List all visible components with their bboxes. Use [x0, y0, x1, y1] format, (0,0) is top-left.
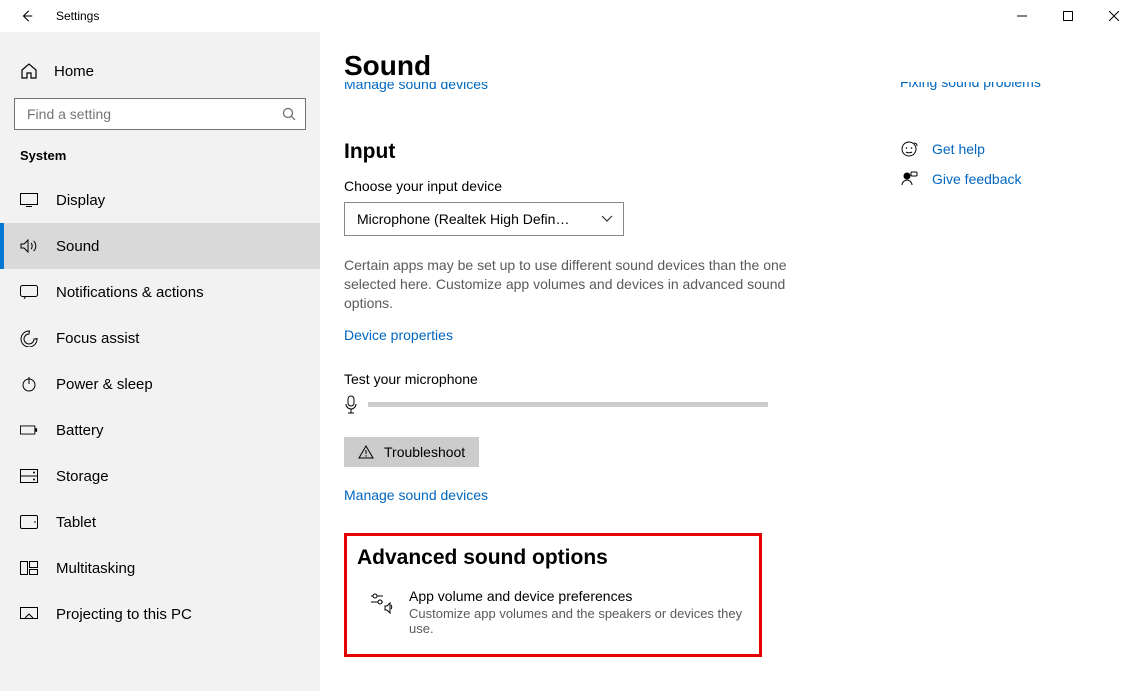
sound-icon — [20, 239, 38, 253]
sidebar-item-label: Battery — [56, 422, 104, 439]
power-icon — [20, 375, 38, 393]
sidebar-item-label: Notifications & actions — [56, 284, 204, 301]
title-bar: Settings — [0, 0, 1137, 32]
sidebar-item-sound[interactable]: Sound — [0, 223, 320, 269]
sidebar-item-battery[interactable]: Battery — [0, 407, 320, 453]
chevron-down-icon — [601, 215, 613, 223]
advanced-sound-options-highlight: Advanced sound options App volume and de… — [344, 533, 762, 657]
home-button[interactable]: Home — [0, 54, 320, 88]
sidebar-item-label: Focus assist — [56, 330, 139, 347]
sidebar-item-label: Sound — [56, 238, 99, 255]
sidebar-item-label: Multitasking — [56, 560, 135, 577]
maximize-button[interactable] — [1045, 0, 1091, 32]
search-input[interactable] — [25, 105, 282, 123]
battery-icon — [20, 424, 38, 436]
storage-icon — [20, 469, 38, 483]
sidebar-category: System — [0, 148, 320, 177]
sidebar-item-label: Display — [56, 192, 105, 209]
sidebar-nav: Display Sound Notifications & actions Fo… — [0, 177, 320, 637]
home-label: Home — [54, 63, 94, 80]
sidebar-item-label: Power & sleep — [56, 376, 153, 393]
close-button[interactable] — [1091, 0, 1137, 32]
app-volume-preferences-item[interactable]: App volume and device preferences Custom… — [357, 588, 749, 636]
sidebar-item-power-sleep[interactable]: Power & sleep — [0, 361, 320, 407]
multitasking-icon — [20, 561, 38, 575]
test-mic-label: Test your microphone — [344, 371, 824, 387]
sidebar-item-notifications[interactable]: Notifications & actions — [0, 269, 320, 315]
device-properties-link[interactable]: Device properties — [344, 327, 453, 343]
input-section-heading: Input — [344, 140, 824, 164]
sidebar-item-multitasking[interactable]: Multitasking — [0, 545, 320, 591]
main-content: Sound Manage sound devices Input Choose … — [320, 32, 1137, 691]
feedback-icon — [900, 170, 918, 188]
notifications-icon — [20, 285, 38, 299]
sidebar-item-tablet[interactable]: Tablet — [0, 499, 320, 545]
truncated-link-top[interactable]: Manage sound devices — [344, 82, 824, 96]
page-title: Sound — [344, 50, 1113, 82]
search-box[interactable] — [14, 98, 306, 130]
sidebar-item-label: Tablet — [56, 514, 96, 531]
give-feedback-link[interactable]: Give feedback — [900, 170, 1113, 188]
manage-sound-devices-link[interactable]: Manage sound devices — [344, 487, 488, 503]
mic-level-bar — [368, 402, 768, 407]
sidebar-item-label: Projecting to this PC — [56, 606, 192, 623]
get-help-link[interactable]: Get help — [900, 140, 1113, 158]
microphone-icon — [344, 395, 358, 415]
troubleshoot-button[interactable]: Troubleshoot — [344, 437, 479, 467]
minimize-button[interactable] — [999, 0, 1045, 32]
sidebar-item-projecting[interactable]: Projecting to this PC — [0, 591, 320, 637]
sliders-icon — [369, 592, 393, 614]
focus-assist-icon — [20, 329, 38, 347]
truncated-link-right[interactable]: Fixing sound problems — [900, 82, 1113, 94]
display-icon — [20, 193, 38, 207]
back-button[interactable] — [20, 9, 34, 23]
home-icon — [20, 62, 38, 80]
adv-item-title: App volume and device preferences — [409, 588, 749, 604]
sidebar-item-focus-assist[interactable]: Focus assist — [0, 315, 320, 361]
warning-icon — [358, 445, 374, 459]
sidebar-item-storage[interactable]: Storage — [0, 453, 320, 499]
sidebar-item-label: Storage — [56, 468, 109, 485]
projecting-icon — [20, 607, 38, 621]
help-icon — [900, 140, 918, 158]
sidebar-item-display[interactable]: Display — [0, 177, 320, 223]
get-help-label: Get help — [932, 141, 985, 157]
search-icon — [282, 107, 297, 122]
input-help-text: Certain apps may be set up to use differ… — [344, 256, 789, 313]
choose-input-label: Choose your input device — [344, 178, 824, 194]
advanced-heading: Advanced sound options — [357, 546, 749, 570]
sidebar: Home System Display Sound Notifications … — [0, 32, 320, 691]
input-device-select[interactable]: Microphone (Realtek High Definitio... — [344, 202, 624, 236]
input-device-selected: Microphone (Realtek High Definitio... — [357, 211, 572, 227]
tablet-icon — [20, 515, 38, 529]
give-feedback-label: Give feedback — [932, 171, 1022, 187]
adv-item-desc: Customize app volumes and the speakers o… — [409, 606, 749, 636]
app-title: Settings — [56, 9, 99, 23]
troubleshoot-label: Troubleshoot — [384, 444, 465, 460]
